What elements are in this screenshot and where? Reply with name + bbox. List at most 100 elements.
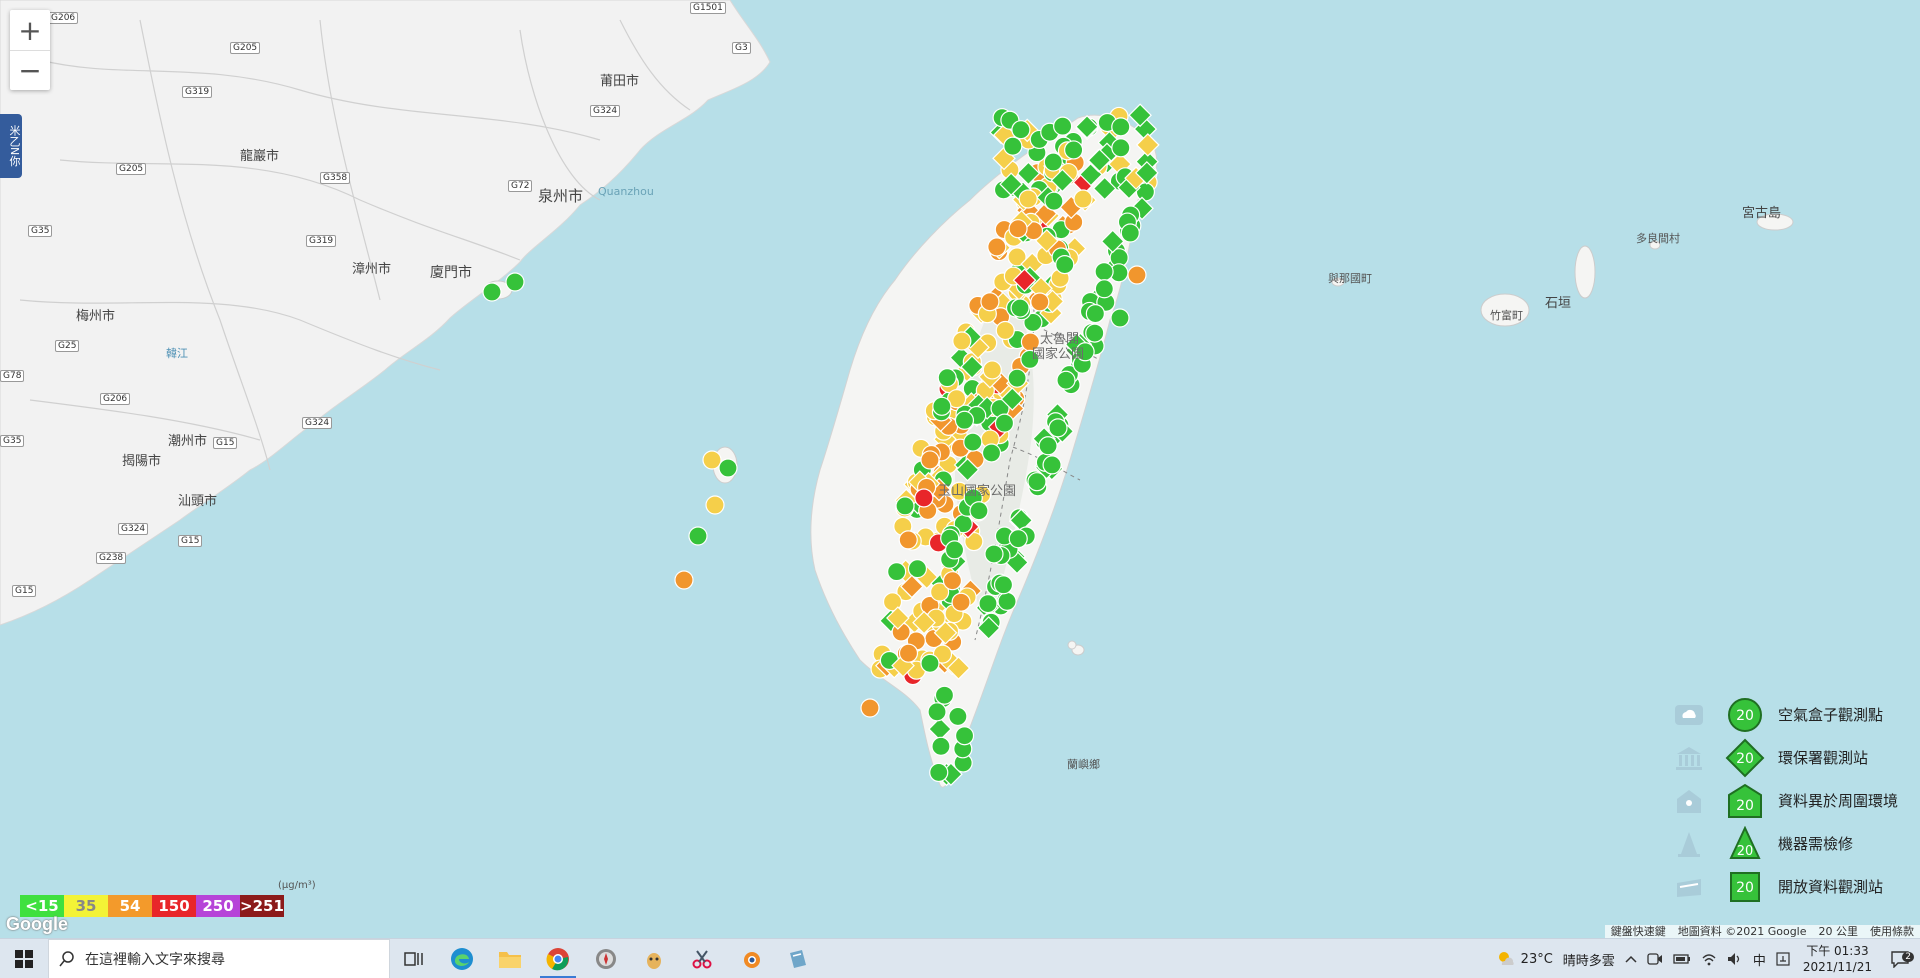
search-placeholder: 在這裡輸入文字來搜尋 — [85, 951, 225, 968]
river-label: 韓江 — [166, 347, 188, 360]
zoom-in-button[interactable]: + — [10, 10, 50, 50]
task-view-icon — [404, 951, 423, 966]
station-marker — [1110, 308, 1130, 328]
windows-taskbar: 在這裡輸入文字來搜尋 23°C 晴時多雲 中 下午 01:33 2021/11/… — [0, 938, 1920, 978]
wifi-icon[interactable] — [1696, 952, 1722, 966]
station-marker — [987, 237, 1007, 257]
station-marker — [702, 450, 722, 470]
station-marker — [1044, 191, 1064, 211]
keyboard-shortcuts-link[interactable]: 鍵盤快速鍵 — [1605, 925, 1672, 938]
station-marker — [1048, 418, 1068, 438]
task-view-button[interactable] — [390, 939, 438, 978]
station-marker-layer — [482, 103, 1160, 787]
start-button[interactable] — [0, 939, 48, 978]
zoom-out-button[interactable]: − — [10, 50, 50, 90]
cone-marker-icon: 20 — [1720, 825, 1770, 862]
place-label: Quanzhou — [598, 185, 654, 198]
legend-item: 20 空氣盒子觀測點 — [1672, 693, 1912, 736]
station-marker — [1010, 298, 1030, 318]
station-marker — [920, 450, 940, 470]
place-label: 莆田市 — [600, 74, 640, 89]
road-shield: G78 — [0, 370, 25, 382]
chevron-up-icon[interactable] — [1620, 954, 1642, 964]
map-data-text: 地圖資料 ©2021 Google — [1677, 925, 1807, 938]
station-marker — [482, 282, 502, 302]
place-label: 揭陽市 — [122, 454, 162, 469]
station-marker — [1073, 189, 1093, 209]
road-shield: G15 — [12, 585, 37, 597]
station-marker — [1003, 136, 1023, 156]
pm-scale-cell: 54 — [108, 895, 152, 917]
station-marker — [994, 413, 1015, 433]
compass-app-button[interactable] — [582, 939, 630, 978]
taskbar-clock[interactable]: 下午 01:33 2021/11/21 — [1795, 943, 1880, 975]
station-marker — [1094, 279, 1114, 299]
station-marker — [718, 458, 738, 478]
station-marker — [1094, 262, 1114, 282]
station-marker — [1043, 152, 1063, 172]
station-marker — [887, 562, 907, 582]
blender-app-button[interactable] — [726, 939, 774, 978]
station-marker — [1120, 223, 1140, 243]
place-label: 泉州市 — [538, 187, 584, 205]
weather-widget[interactable]: 23°C 晴時多雲 — [1492, 950, 1620, 969]
place-label: 宮古島 — [1742, 206, 1782, 221]
legend-label: 機器需檢修 — [1778, 835, 1854, 853]
taskbar-search-box[interactable]: 在這裡輸入文字來搜尋 — [48, 938, 390, 978]
pm-scale-cell: 250 — [196, 895, 240, 917]
place-label: 汕頭市 — [178, 494, 218, 509]
ime-indicator[interactable]: 中 — [1748, 950, 1771, 969]
place-label: 蘭嶼鄉 — [1067, 758, 1100, 771]
road-shield: G35 — [28, 225, 53, 237]
station-marker — [931, 736, 951, 756]
ime-mode-icon[interactable] — [1771, 952, 1795, 966]
road-shield: G324 — [590, 105, 621, 117]
road-shield: G319 — [182, 86, 213, 98]
square-marker-icon: 20 — [1720, 869, 1770, 905]
scale-bar[interactable]: 20 公里 — [1813, 925, 1865, 938]
station-marker — [907, 559, 928, 579]
place-label: 潮州市 — [168, 434, 208, 449]
place-label: 多良間村 — [1636, 232, 1680, 245]
pm-unit-label: (μg/m³) — [278, 880, 316, 891]
file-explorer-button[interactable] — [486, 939, 534, 978]
weather-desc: 晴時多雲 — [1562, 953, 1615, 969]
house-marker-icon: 20 — [1720, 783, 1770, 819]
station-marker — [1007, 368, 1027, 388]
station-marker — [944, 540, 965, 560]
edge-app-button[interactable] — [438, 939, 486, 978]
terms-link[interactable]: 使用條款 — [1864, 925, 1920, 938]
station-marker — [969, 501, 989, 521]
station-marker — [1053, 116, 1073, 136]
edge-icon — [451, 947, 473, 970]
legend-label: 開放資料觀測站 — [1778, 878, 1884, 896]
chrome-app-button[interactable] — [534, 939, 582, 978]
road-shield: G72 — [508, 180, 533, 192]
road-shield: G324 — [302, 417, 333, 429]
volume-icon[interactable] — [1722, 952, 1748, 966]
snipping-tool-button[interactable] — [678, 939, 726, 978]
map-canvas[interactable]: 莆田市 泉州市 Quanzhou 龍巖市 漳州市 廈門市 梅州市 韓江 潮州市 … — [0, 0, 1920, 938]
app-button[interactable] — [630, 939, 678, 978]
meet-now-icon[interactable] — [1642, 952, 1668, 966]
station-marker — [995, 320, 1015, 341]
station-marker — [1011, 120, 1031, 140]
battery-icon[interactable] — [1668, 953, 1696, 965]
google-logo[interactable]: Google — [6, 914, 68, 935]
legend-marker-value: 20 — [1737, 844, 1754, 859]
road-shield: G25 — [55, 340, 80, 352]
notification-center-button[interactable]: 2 — [1880, 950, 1920, 968]
side-panel-tab[interactable]: 米乙N你 — [0, 114, 22, 178]
place-label: 石垣 — [1545, 296, 1572, 311]
road-shield: G35 — [0, 435, 25, 447]
road-shield: G1501 — [690, 2, 726, 14]
legend-marker-value: 20 — [1736, 751, 1754, 767]
station-marker — [898, 530, 918, 550]
station-marker — [954, 726, 975, 746]
road-shield: G206 — [100, 393, 131, 405]
station-marker — [937, 368, 957, 388]
station-marker — [929, 762, 949, 783]
station-marker — [954, 410, 975, 430]
app-button[interactable] — [774, 939, 822, 978]
station-marker — [1042, 455, 1062, 475]
